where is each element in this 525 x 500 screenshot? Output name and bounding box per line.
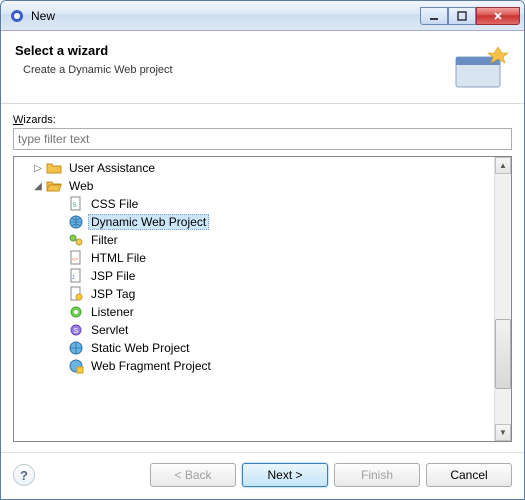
tree-item-web-fragment-project[interactable]: Web Fragment Project — [14, 357, 511, 375]
finish-button[interactable]: Finish — [334, 463, 420, 487]
tree-node-label: Web — [66, 178, 96, 194]
folder-open-icon — [46, 178, 62, 194]
tree-item-servlet[interactable]: S Servlet — [14, 321, 511, 339]
page-description: Create a Dynamic Web project — [23, 64, 450, 76]
tree-item-filter[interactable]: Filter — [14, 231, 511, 249]
tree-item-label: Static Web Project — [88, 340, 192, 356]
wizard-banner-icon — [450, 43, 510, 93]
close-button[interactable] — [476, 7, 520, 25]
servlet-icon: S — [68, 322, 84, 338]
tree-node-web[interactable]: ◢ Web — [14, 177, 511, 195]
fragment-icon — [68, 358, 84, 374]
scroll-thumb[interactable] — [495, 319, 511, 389]
titlebar[interactable]: New — [1, 1, 524, 31]
tree-viewport[interactable]: ▷ User Assistance ◢ Web S CSS File Dynam… — [14, 157, 511, 441]
help-button[interactable]: ? — [13, 464, 35, 486]
html-file-icon: <> — [68, 250, 84, 266]
tree-item-label: Listener — [88, 304, 137, 320]
maximize-button[interactable] — [448, 7, 476, 25]
svg-text:S: S — [74, 328, 79, 335]
scroll-up-icon[interactable]: ▲ — [495, 157, 511, 174]
window-controls — [420, 7, 520, 25]
tree-item-static-web-project[interactable]: Static Web Project — [14, 339, 511, 357]
scroll-down-icon[interactable]: ▼ — [495, 424, 511, 441]
filter-input[interactable] — [13, 128, 512, 150]
dialog-window: New Select a wizard Create a Dynamic Web… — [0, 0, 525, 500]
globe-icon — [68, 214, 84, 230]
tree-item-html-file[interactable]: <> HTML File — [14, 249, 511, 267]
tree-item-dynamic-web-project[interactable]: Dynamic Web Project — [14, 213, 511, 231]
jsp-tag-icon — [68, 286, 84, 302]
collapse-icon[interactable]: ◢ — [32, 180, 44, 192]
dialog-body: Wizards: ▷ User Assistance ◢ Web S CSS F… — [1, 104, 524, 452]
listener-icon — [68, 304, 84, 320]
css-file-icon: S — [68, 196, 84, 212]
minimize-button[interactable] — [420, 7, 448, 25]
tree-item-label: Filter — [88, 232, 121, 248]
cancel-button[interactable]: Cancel — [426, 463, 512, 487]
tree-node-label: User Assistance — [66, 160, 158, 176]
svg-text:S: S — [73, 203, 77, 209]
wizards-label: Wizards: — [13, 114, 512, 126]
tree-item-css-file[interactable]: S CSS File — [14, 195, 511, 213]
tree-node-user-assistance[interactable]: ▷ User Assistance — [14, 159, 511, 177]
page-title: Select a wizard — [15, 43, 450, 58]
folder-icon — [46, 160, 62, 176]
tree-item-label: HTML File — [88, 250, 149, 266]
svg-text:<>: <> — [72, 257, 78, 263]
globe-icon — [68, 340, 84, 356]
back-button[interactable]: < Back — [150, 463, 236, 487]
window-title: New — [31, 9, 420, 23]
filter-icon — [68, 232, 84, 248]
wizard-tree: ▷ User Assistance ◢ Web S CSS File Dynam… — [13, 156, 512, 442]
next-button[interactable]: Next > — [242, 463, 328, 487]
dialog-header: Select a wizard Create a Dynamic Web pro… — [1, 31, 524, 104]
app-icon — [9, 8, 25, 24]
scroll-track[interactable] — [495, 174, 511, 424]
tree-item-label: CSS File — [88, 196, 141, 212]
tree-item-label: JSP File — [88, 268, 138, 284]
tree-item-listener[interactable]: Listener — [14, 303, 511, 321]
tree-item-label: Servlet — [88, 322, 131, 338]
tree-item-label: Web Fragment Project — [88, 358, 214, 374]
tree-item-jsp-file[interactable]: J JSP File — [14, 267, 511, 285]
tree-item-jsp-tag[interactable]: JSP Tag — [14, 285, 511, 303]
scrollbar[interactable]: ▲ ▼ — [494, 157, 511, 441]
tree-item-label: JSP Tag — [88, 286, 138, 302]
tree-item-label: Dynamic Web Project — [88, 214, 209, 230]
dialog-footer: ? < Back Next > Finish Cancel — [1, 452, 524, 499]
expand-icon[interactable]: ▷ — [32, 162, 44, 174]
jsp-file-icon: J — [68, 268, 84, 284]
